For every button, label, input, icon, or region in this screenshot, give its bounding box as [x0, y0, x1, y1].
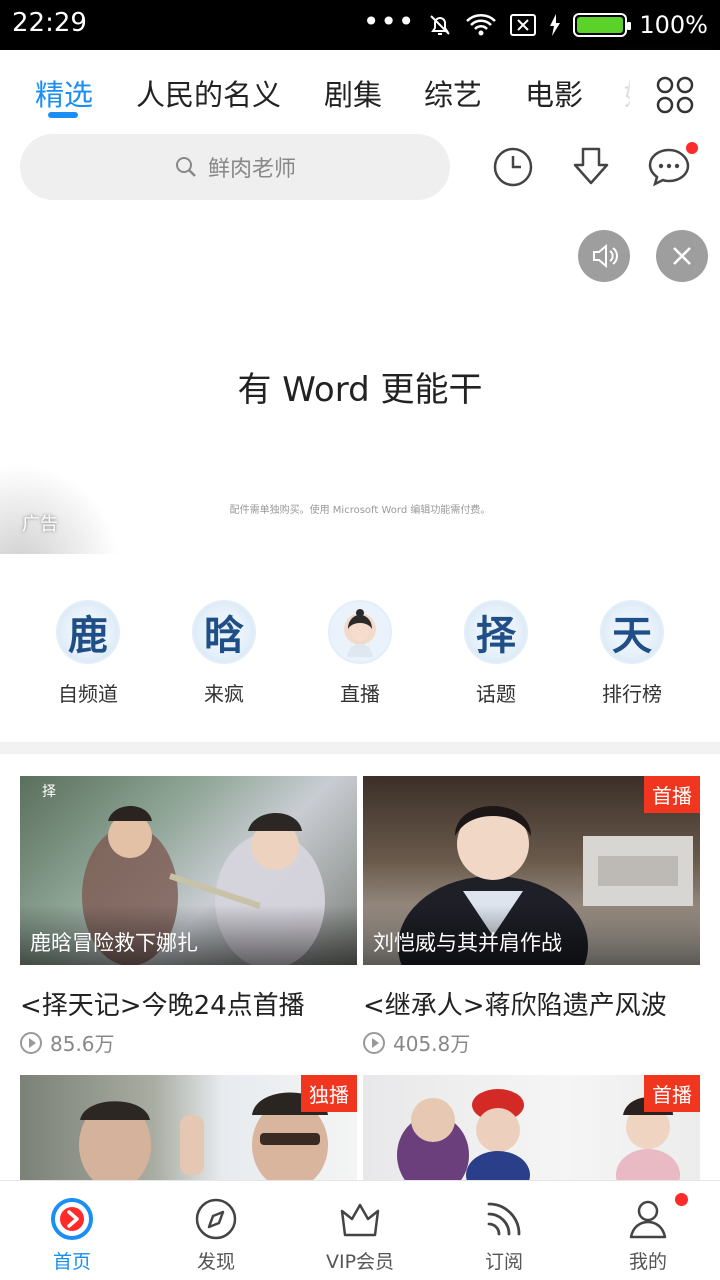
- quick-links: 鹿 自频道 晗 来疯 直播 择 话题 天 排行榜: [0, 600, 720, 720]
- notification-dot: [686, 142, 698, 154]
- nav-label: 发现: [196, 1251, 235, 1273]
- battery-percent: 100%: [639, 11, 708, 39]
- quick-link-label: 排行榜: [602, 682, 662, 706]
- home-play-icon: [48, 1195, 96, 1243]
- status-icons: ••• 100%: [362, 4, 708, 42]
- video-thumbnail[interactable]: 首播 刘恺威与其并肩作战: [363, 776, 700, 965]
- top-tab-bar: 精选 人民的名义 剧集 综艺 电影 娱: [0, 50, 720, 130]
- speaker-icon: [593, 243, 618, 269]
- quick-link-live[interactable]: 直播: [292, 600, 428, 707]
- video-card[interactable]: 独播: [20, 1075, 357, 1180]
- channel-grid-button[interactable]: [630, 62, 720, 128]
- search-bar[interactable]: 鲜肉老师: [20, 134, 450, 200]
- active-tab-indicator: [48, 112, 78, 118]
- search-icon: [175, 157, 196, 177]
- view-count: 405.8万: [393, 1032, 471, 1056]
- video-title[interactable]: <继承人>蒋欣陷遗产风波: [363, 985, 700, 1022]
- quick-link-label: 直播: [340, 682, 380, 706]
- section-divider: [0, 742, 720, 754]
- user-icon: [624, 1193, 688, 1243]
- video-thumbnail[interactable]: 独播: [20, 1075, 357, 1180]
- video-card[interactable]: 首播: [363, 1075, 700, 1180]
- download-button[interactable]: [564, 140, 618, 194]
- exclusive-badge: 独播: [301, 1075, 357, 1112]
- ad-label: 广告: [22, 514, 58, 535]
- video-title[interactable]: <择天记>今晚24点首播: [20, 985, 357, 1022]
- video-thumbnail[interactable]: 首播: [363, 1075, 700, 1180]
- quick-link-laifeng[interactable]: 晗 来疯: [156, 600, 292, 707]
- clock-icon: [493, 147, 533, 187]
- nav-vip[interactable]: VIP会员: [288, 1195, 432, 1274]
- tian-glyph-icon: 天: [600, 600, 664, 664]
- sound-toggle-button[interactable]: [578, 230, 630, 282]
- video-views: 405.8万: [363, 1028, 700, 1057]
- play-count-icon: [363, 1031, 385, 1054]
- messages-button[interactable]: [642, 140, 698, 194]
- nav-discover[interactable]: 发现: [144, 1195, 288, 1274]
- portrait-avatar-icon: [328, 600, 392, 664]
- quick-link-label: 话题: [476, 682, 516, 706]
- video-views: 85.6万: [20, 1028, 357, 1057]
- nav-label: 订阅: [484, 1251, 523, 1273]
- grid-icon: [656, 76, 694, 114]
- quick-link-topics[interactable]: 择 话题: [428, 600, 564, 707]
- wifi-icon: [466, 14, 497, 36]
- video-caption: 鹿晗冒险救下娜扎: [20, 905, 357, 965]
- quick-link-label: 来疯: [204, 682, 244, 706]
- ad-banner[interactable]: 有 Word 更能干 配件需单独购买。使用 Microsoft Word 编辑功…: [0, 214, 720, 554]
- ze-glyph-icon: 择: [464, 600, 528, 664]
- lu-glyph-icon: 鹿: [56, 600, 120, 664]
- crown-icon: [336, 1195, 384, 1243]
- status-time: 22:29: [12, 8, 87, 38]
- tab-variety[interactable]: 综艺: [424, 72, 482, 114]
- charging-icon: [550, 14, 561, 36]
- video-card[interactable]: 择 鹿晗冒险救下娜扎 <择天记>今晚24点首播 85.6万: [20, 776, 357, 1057]
- more-dots-icon: •••: [362, 4, 416, 38]
- video-thumbnail[interactable]: 择 鹿晗冒险救下娜扎: [20, 776, 357, 965]
- notification-dot: [675, 1193, 688, 1206]
- play-count-icon: [20, 1031, 42, 1054]
- close-icon: [673, 247, 691, 265]
- nav-me[interactable]: 我的: [576, 1193, 720, 1274]
- download-icon: [573, 147, 609, 185]
- tab-series[interactable]: 剧集: [324, 72, 382, 114]
- no-sim-icon: [510, 14, 537, 36]
- nav-label: VIP会员: [325, 1251, 395, 1273]
- nav-subscribe[interactable]: 订阅: [432, 1195, 576, 1274]
- chat-bubble-icon: [648, 148, 690, 187]
- ad-headline: 有 Word 更能干: [237, 370, 483, 410]
- ad-fine-print: 配件需单独购买。使用 Microsoft Word 编辑功能需付费。: [229, 505, 491, 516]
- quick-link-self-channel[interactable]: 鹿 自频道: [20, 600, 156, 707]
- bottom-nav: 首页 发现 VIP会员 订阅 我的: [0, 1180, 720, 1280]
- mute-bell-icon: [430, 15, 451, 35]
- compass-icon: [192, 1195, 240, 1243]
- nav-label: 首页: [52, 1251, 91, 1273]
- quick-link-label: 自频道: [58, 682, 118, 706]
- battery-icon: [573, 13, 632, 37]
- svg-text:择: 择: [42, 784, 56, 800]
- premiere-badge: 首播: [644, 1075, 700, 1112]
- premiere-badge: 首播: [644, 776, 700, 813]
- video-card[interactable]: 首播 刘恺威与其并肩作战 <继承人>蒋欣陷遗产风波 405.8万: [363, 776, 700, 1057]
- tab-featured[interactable]: 精选: [35, 72, 93, 114]
- status-bar: 22:29 ••• 100%: [0, 0, 720, 50]
- rss-icon: [480, 1195, 528, 1243]
- quick-link-rankings[interactable]: 天 排行榜: [564, 600, 700, 707]
- video-caption: 刘恺威与其并肩作战: [363, 905, 700, 965]
- nav-home[interactable]: 首页: [0, 1195, 144, 1274]
- close-ad-button[interactable]: [656, 230, 708, 282]
- search-placeholder: 鲜肉老师: [207, 157, 296, 182]
- tab-movie[interactable]: 电影: [525, 72, 583, 114]
- han-glyph-icon: 晗: [192, 600, 256, 664]
- nav-label: 我的: [628, 1251, 667, 1273]
- tab-people-name[interactable]: 人民的名义: [136, 72, 281, 114]
- view-count: 85.6万: [50, 1032, 115, 1056]
- history-button[interactable]: [486, 140, 540, 194]
